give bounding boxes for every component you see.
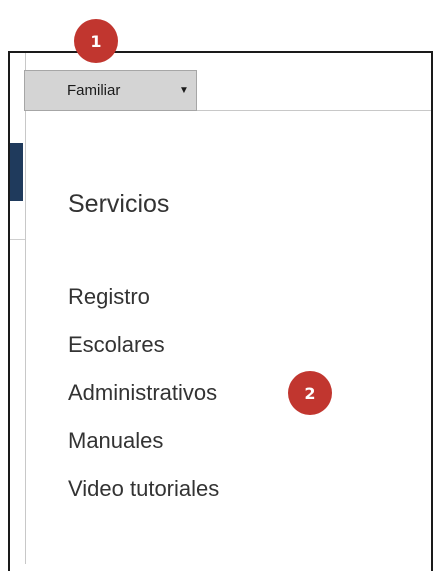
menu-item-registro[interactable]: Registro	[68, 280, 219, 328]
annotation-badge-2: 2	[288, 371, 332, 415]
section-title: Servicios	[68, 190, 170, 218]
menu-item-manuales[interactable]: Manuales	[68, 424, 219, 472]
menu-item-video-tutoriales[interactable]: Video tutoriales	[68, 472, 219, 520]
sidebar-accent-block	[10, 143, 23, 201]
menu-item-administrativos[interactable]: Administrativos	[68, 376, 219, 424]
sidebar-divider	[10, 239, 25, 240]
left-sidebar-strip	[10, 53, 26, 564]
annotation-badge-1: 1	[74, 19, 118, 63]
category-dropdown-label: Familiar	[67, 82, 121, 99]
services-menu: Registro Escolares Administrativos Manua…	[68, 280, 219, 520]
chevron-down-icon: ▼	[179, 85, 189, 96]
menu-item-escolares[interactable]: Escolares	[68, 328, 219, 376]
category-dropdown[interactable]: Familiar ▼	[24, 70, 197, 111]
